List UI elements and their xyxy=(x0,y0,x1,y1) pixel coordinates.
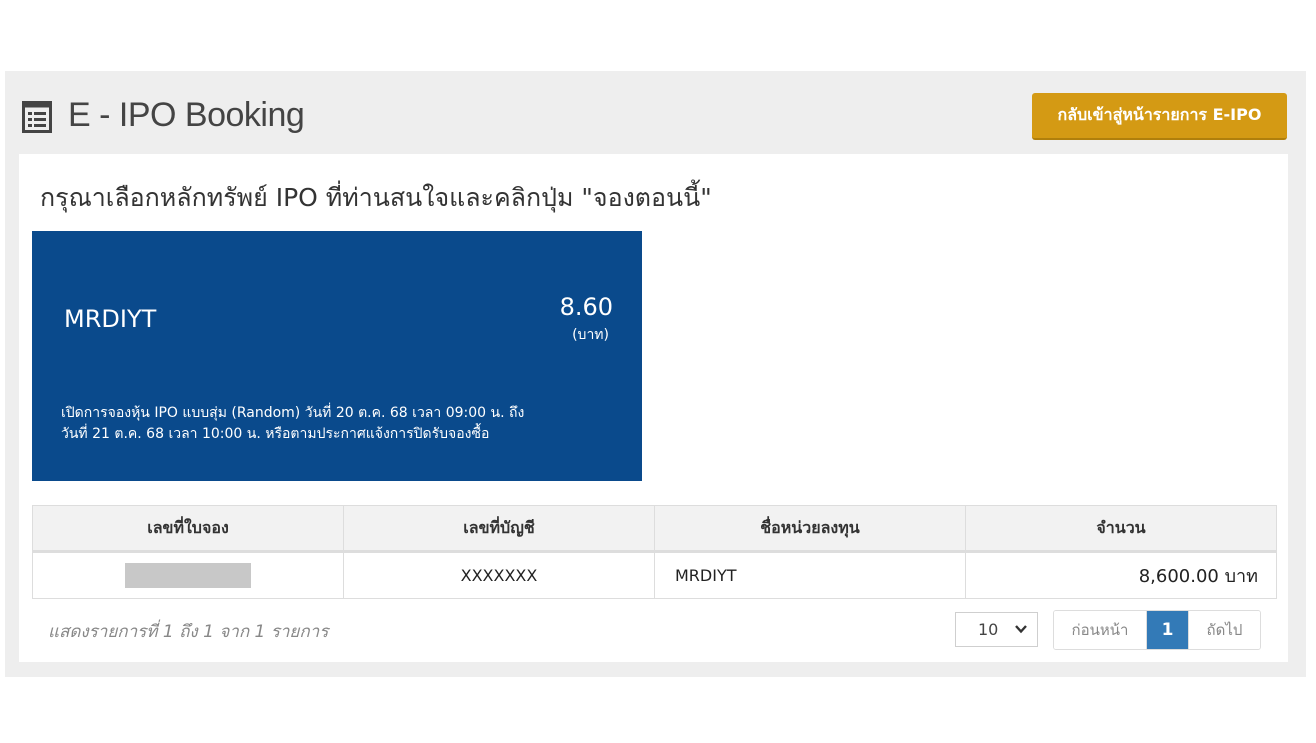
ipo-description-line-1: เปิดการจองหุ้น IPO แบบสุ่ม (Random) วันท… xyxy=(61,405,525,421)
ipo-description-line-2: วันที่ 21 ต.ค. 68 เวลา 10:00 น. หรือตามป… xyxy=(61,426,490,442)
booking-no-cell xyxy=(32,551,344,599)
list-icon xyxy=(22,101,52,133)
column-header-fund-name[interactable]: ชื่อหน่วยลงทุน xyxy=(654,505,966,553)
table-header-row: เลขที่ใบจอง เลขที่บัญชี ชื่อหน่วยลงทุน จ… xyxy=(32,505,1277,553)
booking-table: เลขที่ใบจอง เลขที่บัญชี ชื่อหน่วยลงทุน จ… xyxy=(32,505,1277,599)
amount-cell: 8,600.00 บาท xyxy=(965,551,1277,599)
back-to-eipo-list-button[interactable]: กลับเข้าสู่หน้ารายการ E-IPO xyxy=(1032,93,1287,140)
pagination-info: แสดงรายการที่ 1 ถึง 1 จาก 1 รายการ xyxy=(48,622,329,642)
page-size-value: 10 xyxy=(978,620,999,639)
chevron-down-icon xyxy=(1015,625,1027,634)
ipo-symbol: MRDIYT xyxy=(64,305,157,333)
redacted-booking-no xyxy=(125,563,251,588)
ipo-card[interactable]: MRDIYT 8.60 (บาท) เปิดการจองหุ้น IPO แบบ… xyxy=(32,231,642,481)
prev-page-button[interactable]: ก่อนหน้า xyxy=(1054,611,1147,649)
table-row[interactable]: XXXXXXX MRDIYT 8,600.00 บาท xyxy=(32,551,1277,599)
pagination: ก่อนหน้า 1 ถัดไป xyxy=(1053,610,1261,650)
column-header-account-no[interactable]: เลขที่บัญชี xyxy=(343,505,655,553)
ipo-price: 8.60 xyxy=(559,293,613,321)
next-page-button[interactable]: ถัดไป xyxy=(1188,611,1260,649)
fund-name-cell: MRDIYT xyxy=(654,551,966,599)
page-size-select[interactable]: 10 xyxy=(955,612,1038,647)
page-title: E - IPO Booking xyxy=(68,96,305,134)
instruction-text: กรุณาเลือกหลักทรัพย์ IPO ที่ท่านสนใจและค… xyxy=(40,183,712,212)
account-no-cell: XXXXXXX xyxy=(343,551,655,599)
ipo-price-unit: (บาท) xyxy=(572,327,609,343)
ipo-description: เปิดการจองหุ้น IPO แบบสุ่ม (Random) วันท… xyxy=(61,403,621,445)
column-header-amount[interactable]: จำนวน xyxy=(965,505,1277,553)
column-header-booking-no[interactable]: เลขที่ใบจอง xyxy=(32,505,344,553)
page-1-button[interactable]: 1 xyxy=(1147,611,1188,649)
